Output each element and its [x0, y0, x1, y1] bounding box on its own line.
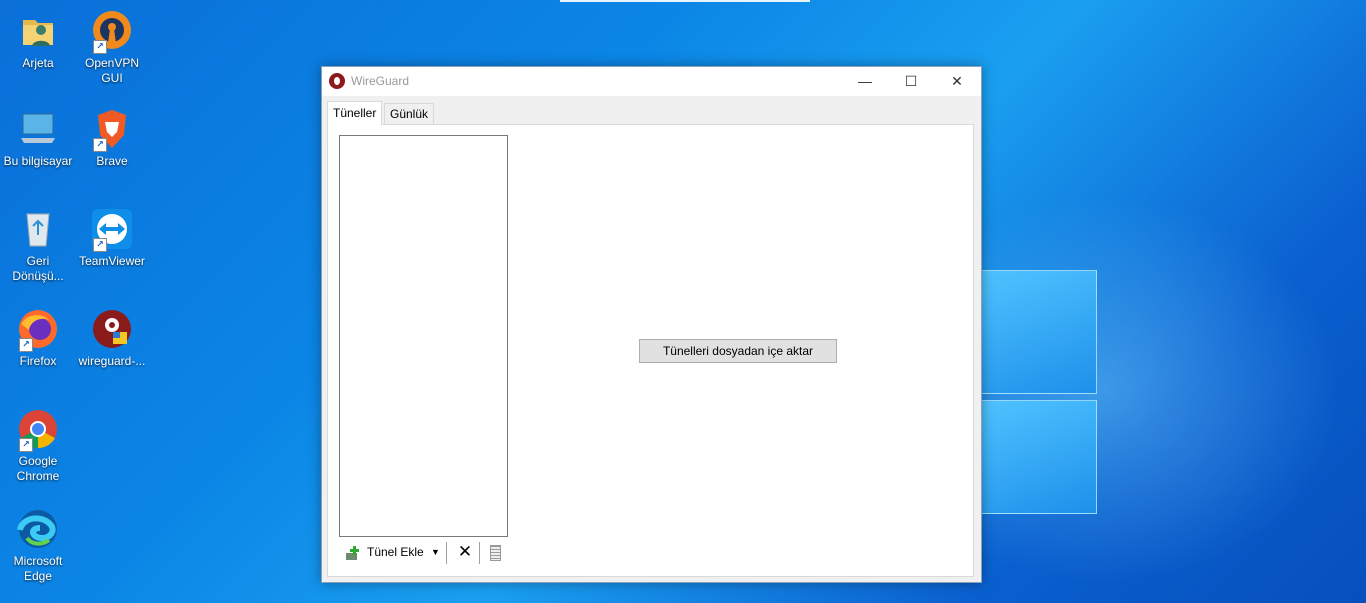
desktop-icon-this-pc[interactable]: Bu bilgisayar	[3, 108, 73, 169]
desktop-icon-label: Firefox	[19, 354, 57, 368]
toolbar-divider	[479, 542, 480, 564]
desktop-icon-brave[interactable]: ↗ Brave	[77, 108, 147, 169]
desktop-icon-openvpn[interactable]: ↗ OpenVPN GUI	[77, 10, 147, 86]
add-tunnel-label: Tünel Ekle	[367, 545, 424, 559]
desktop-icon-label: wireguard-...	[78, 354, 146, 368]
desktop-icon-wireguard-installer[interactable]: wireguard-...	[77, 308, 147, 369]
user-folder-icon	[17, 10, 59, 52]
toolbar-divider	[446, 542, 447, 564]
recycle-bin-icon	[17, 208, 59, 250]
desktop-icon-chrome[interactable]: ↗ Google Chrome	[3, 408, 73, 484]
chevron-down-icon[interactable]: ▼	[431, 539, 440, 565]
desktop-icon-label: Google Chrome	[16, 454, 60, 483]
desktop-icon-label: TeamViewer	[79, 254, 145, 268]
desktop-icon-firefox[interactable]: ↗ Firefox	[3, 308, 73, 369]
desktop-icon-label: Brave	[96, 154, 128, 168]
teamviewer-icon: ↗	[91, 208, 133, 252]
add-tunnel-button[interactable]: Tünel Ekle ▼	[340, 539, 440, 565]
computer-icon	[17, 108, 59, 150]
title-bar[interactable]: WireGuard — ☐ ✕	[322, 67, 981, 96]
add-tunnel-icon	[345, 544, 361, 560]
close-button[interactable]: ✕	[934, 67, 980, 96]
wireguard-app-icon	[329, 73, 345, 89]
tab-tunnels[interactable]: Tüneller	[327, 101, 383, 125]
delete-tunnel-button[interactable]: ✕	[455, 539, 475, 565]
tab-content-panel: Tünel Ekle ▼ ✕ Tünelleri dosyadan içe ak…	[327, 124, 974, 577]
desktop-icon-label: Arjeta	[22, 56, 54, 70]
desktop-icon-edge[interactable]: Microsoft Edge	[3, 508, 73, 584]
maximize-button[interactable]: ☐	[888, 67, 934, 96]
desktop-icon-teamviewer[interactable]: ↗ TeamViewer	[77, 208, 147, 269]
zip-file-icon	[490, 545, 501, 561]
brave-icon: ↗	[91, 108, 133, 152]
minimize-button[interactable]: —	[842, 67, 888, 96]
firefox-icon: ↗	[17, 308, 59, 352]
desktop-icon-label: OpenVPN GUI	[84, 56, 140, 85]
desktop-light-line	[560, 0, 810, 2]
desktop-icon-arjeta[interactable]: Arjeta	[3, 10, 73, 71]
desktop-icon-recycle-bin[interactable]: Geri Dönüşü...	[3, 208, 73, 284]
edge-icon	[17, 508, 59, 550]
windows-logo-background	[980, 270, 1100, 520]
openvpn-icon: ↗	[91, 10, 133, 54]
desktop-icon-label: Bu bilgisayar	[3, 154, 73, 168]
desktop-icon-label: Geri Dönüşü...	[12, 254, 64, 283]
desktop-icon-label: Microsoft Edge	[13, 554, 63, 583]
wireguard-window: WireGuard — ☐ ✕ Tüneller Günlük Tünel Ek…	[321, 66, 982, 583]
tab-log[interactable]: Günlük	[384, 103, 435, 124]
import-tunnels-button[interactable]: Tünelleri dosyadan içe aktar	[639, 339, 837, 363]
chrome-icon: ↗	[17, 408, 59, 452]
wireguard-installer-icon	[91, 308, 133, 350]
tunnel-list[interactable]	[339, 135, 508, 537]
export-zip-button[interactable]	[487, 539, 501, 565]
window-title: WireGuard	[351, 74, 410, 88]
